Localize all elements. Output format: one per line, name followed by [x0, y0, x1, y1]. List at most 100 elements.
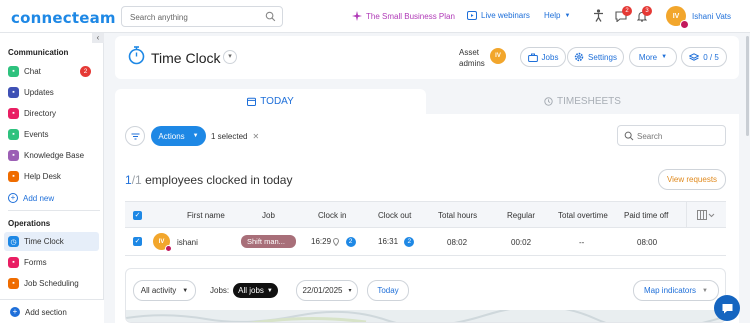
search-icon [265, 11, 276, 22]
clear-selection-icon[interactable]: ✕ [252, 132, 259, 141]
sidebar-item-help-desk[interactable]: ▪ Help Desk [4, 167, 99, 186]
row-checkbox[interactable]: ✓ [133, 237, 142, 246]
chat-count-badge: 2 [622, 6, 632, 16]
column-total-hours[interactable]: Total hours [438, 211, 477, 220]
actions-label: Actions [158, 131, 185, 141]
column-clock-in[interactable]: Clock in [318, 211, 346, 220]
job-tag[interactable]: Shift man... [241, 235, 296, 248]
table-header: ✓ First name Job Clock in Clock out Tota… [125, 201, 726, 229]
location-pin-icon [333, 238, 340, 247]
cell-total-overtime: -- [579, 238, 585, 247]
capacity-counter-button[interactable]: 0 / 5 [681, 47, 727, 67]
sidebar-item-label: Updates [24, 88, 54, 97]
cell-clock-in[interactable]: 16:29 2 [311, 237, 356, 247]
employee-avatar: IV [153, 233, 172, 252]
table-search-input[interactable]: Search [617, 125, 726, 146]
accessibility-icon[interactable] [593, 9, 604, 22]
map-indicators-dropdown[interactable]: Map indicators ▼ [633, 280, 719, 301]
jobs-filter-dropdown[interactable]: All jobs ▼ [233, 283, 278, 298]
sidebar-item-events[interactable]: ▪ Events [4, 125, 99, 144]
chevron-down-icon: ▼ [702, 287, 708, 294]
sidebar-footer: + Add section [0, 299, 104, 323]
settings-button[interactable]: Settings [567, 47, 624, 67]
date-value: 22/01/2025 [302, 286, 343, 295]
chat-icon: ▪ [8, 66, 19, 77]
jobs-filter-value: All jobs [238, 286, 264, 295]
selected-count: 1 selected [211, 132, 248, 141]
tab-today[interactable]: TODAY [115, 89, 426, 114]
live-webinars-link[interactable]: Live webinars [467, 11, 530, 20]
sidebar-item-updates[interactable]: ▪ Updates [4, 83, 99, 102]
chevron-left-icon: ‹ [96, 33, 100, 42]
sparkle-icon [352, 11, 362, 21]
more-button-label: More [638, 52, 658, 62]
table-row[interactable]: ✓ IV ishani Shift man... 16:29 2 16:31 2… [125, 228, 726, 256]
sidebar-item-label: Knowledge Base [24, 151, 85, 160]
chevron-down-icon: ▾ [348, 288, 352, 294]
history-icon [544, 97, 553, 106]
support-chat-button[interactable] [714, 295, 740, 321]
clock-out-badge: 2 [404, 237, 415, 247]
column-paid-time-off[interactable]: Paid time off [624, 211, 668, 220]
tab-timesheets[interactable]: TIMESHEETS [426, 89, 739, 114]
cell-first-name[interactable]: ishani [177, 238, 198, 247]
add-section-button[interactable]: + Add section [10, 307, 67, 317]
small-business-plan-link[interactable]: The Small Business Plan [352, 11, 455, 21]
search-icon [624, 131, 634, 141]
columns-settings-icon[interactable] [697, 210, 715, 220]
clocked-in-count: 1 [125, 173, 132, 187]
status-dot [680, 20, 689, 29]
clocked-in-text: employees clocked in today [145, 173, 293, 187]
global-search-input[interactable]: Search anything [121, 6, 283, 27]
activity-filter-dropdown[interactable]: All activity ▼ [133, 280, 196, 301]
filter-button[interactable] [125, 126, 145, 146]
gear-icon [574, 52, 584, 62]
sidebar-item-label: Forms [24, 258, 47, 267]
chevron-down-icon: ▼ [182, 287, 189, 294]
connecteam-logo[interactable]: connecteam [11, 9, 116, 27]
sidebar-item-time-clock[interactable]: ◷ Time Clock [4, 232, 99, 251]
column-job[interactable]: Job [262, 211, 275, 220]
user-avatar: IV [666, 6, 689, 29]
asset-admins-label: Asset admins [459, 47, 485, 69]
user-name: Ishani Vats [692, 11, 731, 21]
page-scrollbar[interactable] [746, 36, 749, 136]
date-picker[interactable]: 22/01/2025 ▾ [296, 280, 358, 301]
view-tabs: TODAY TIMESHEETS [115, 89, 739, 114]
user-menu[interactable]: IV Ishani Vats [666, 6, 731, 29]
add-new-button[interactable]: + Add new [8, 193, 54, 203]
title-options-button[interactable]: ▾ [223, 50, 237, 64]
view-requests-button[interactable]: View requests [658, 169, 726, 190]
today-button-label: Today [377, 286, 399, 295]
column-clock-out[interactable]: Clock out [378, 211, 411, 220]
collapse-sidebar-button[interactable]: ‹ [92, 33, 104, 43]
sidebar-item-label: Help Desk [24, 172, 61, 181]
actions-dropdown[interactable]: Actions ▼ [151, 126, 206, 146]
column-total-overtime[interactable]: Total overtime [558, 211, 608, 220]
sidebar-item-chat[interactable]: ▪ Chat 2 [4, 62, 99, 81]
employee-initials: IV [158, 238, 165, 245]
sidebar-item-directory[interactable]: ▪ Directory [4, 104, 99, 123]
directory-icon: ▪ [8, 108, 19, 119]
cell-total-hours: 08:02 [447, 238, 468, 247]
cell-paid-time-off: 08:00 [637, 238, 658, 247]
column-first-name[interactable]: First name [187, 211, 225, 220]
sidebar-item-forms[interactable]: ▪ Forms [4, 253, 99, 272]
today-button[interactable]: Today [367, 280, 409, 301]
sidebar-item-label: Chat [24, 67, 41, 76]
sidebar: ‹ Communication ▪ Chat 2 ▪ Updates ▪ Dir… [0, 33, 104, 323]
column-regular[interactable]: Regular [507, 211, 535, 220]
cell-clock-out[interactable]: 16:31 2 [378, 237, 415, 247]
jobs-button[interactable]: Jobs [520, 47, 566, 67]
help-menu[interactable]: Help ▼ [544, 11, 570, 20]
sidebar-item-job-scheduling[interactable]: ▪ Job Scheduling [4, 274, 99, 293]
sidebar-item-knowledge-base[interactable]: ▪ Knowledge Base [4, 146, 99, 165]
cell-regular: 00:02 [511, 238, 532, 247]
more-button[interactable]: More ▼ [629, 47, 677, 67]
clocked-in-total: 1 [135, 173, 142, 187]
briefcase-icon [527, 53, 538, 62]
add-new-label: Add new [23, 193, 55, 203]
activity-map[interactable] [126, 305, 725, 322]
asset-admin-avatar[interactable]: IV [490, 48, 506, 64]
select-all-checkbox[interactable]: ✓ [133, 211, 142, 220]
